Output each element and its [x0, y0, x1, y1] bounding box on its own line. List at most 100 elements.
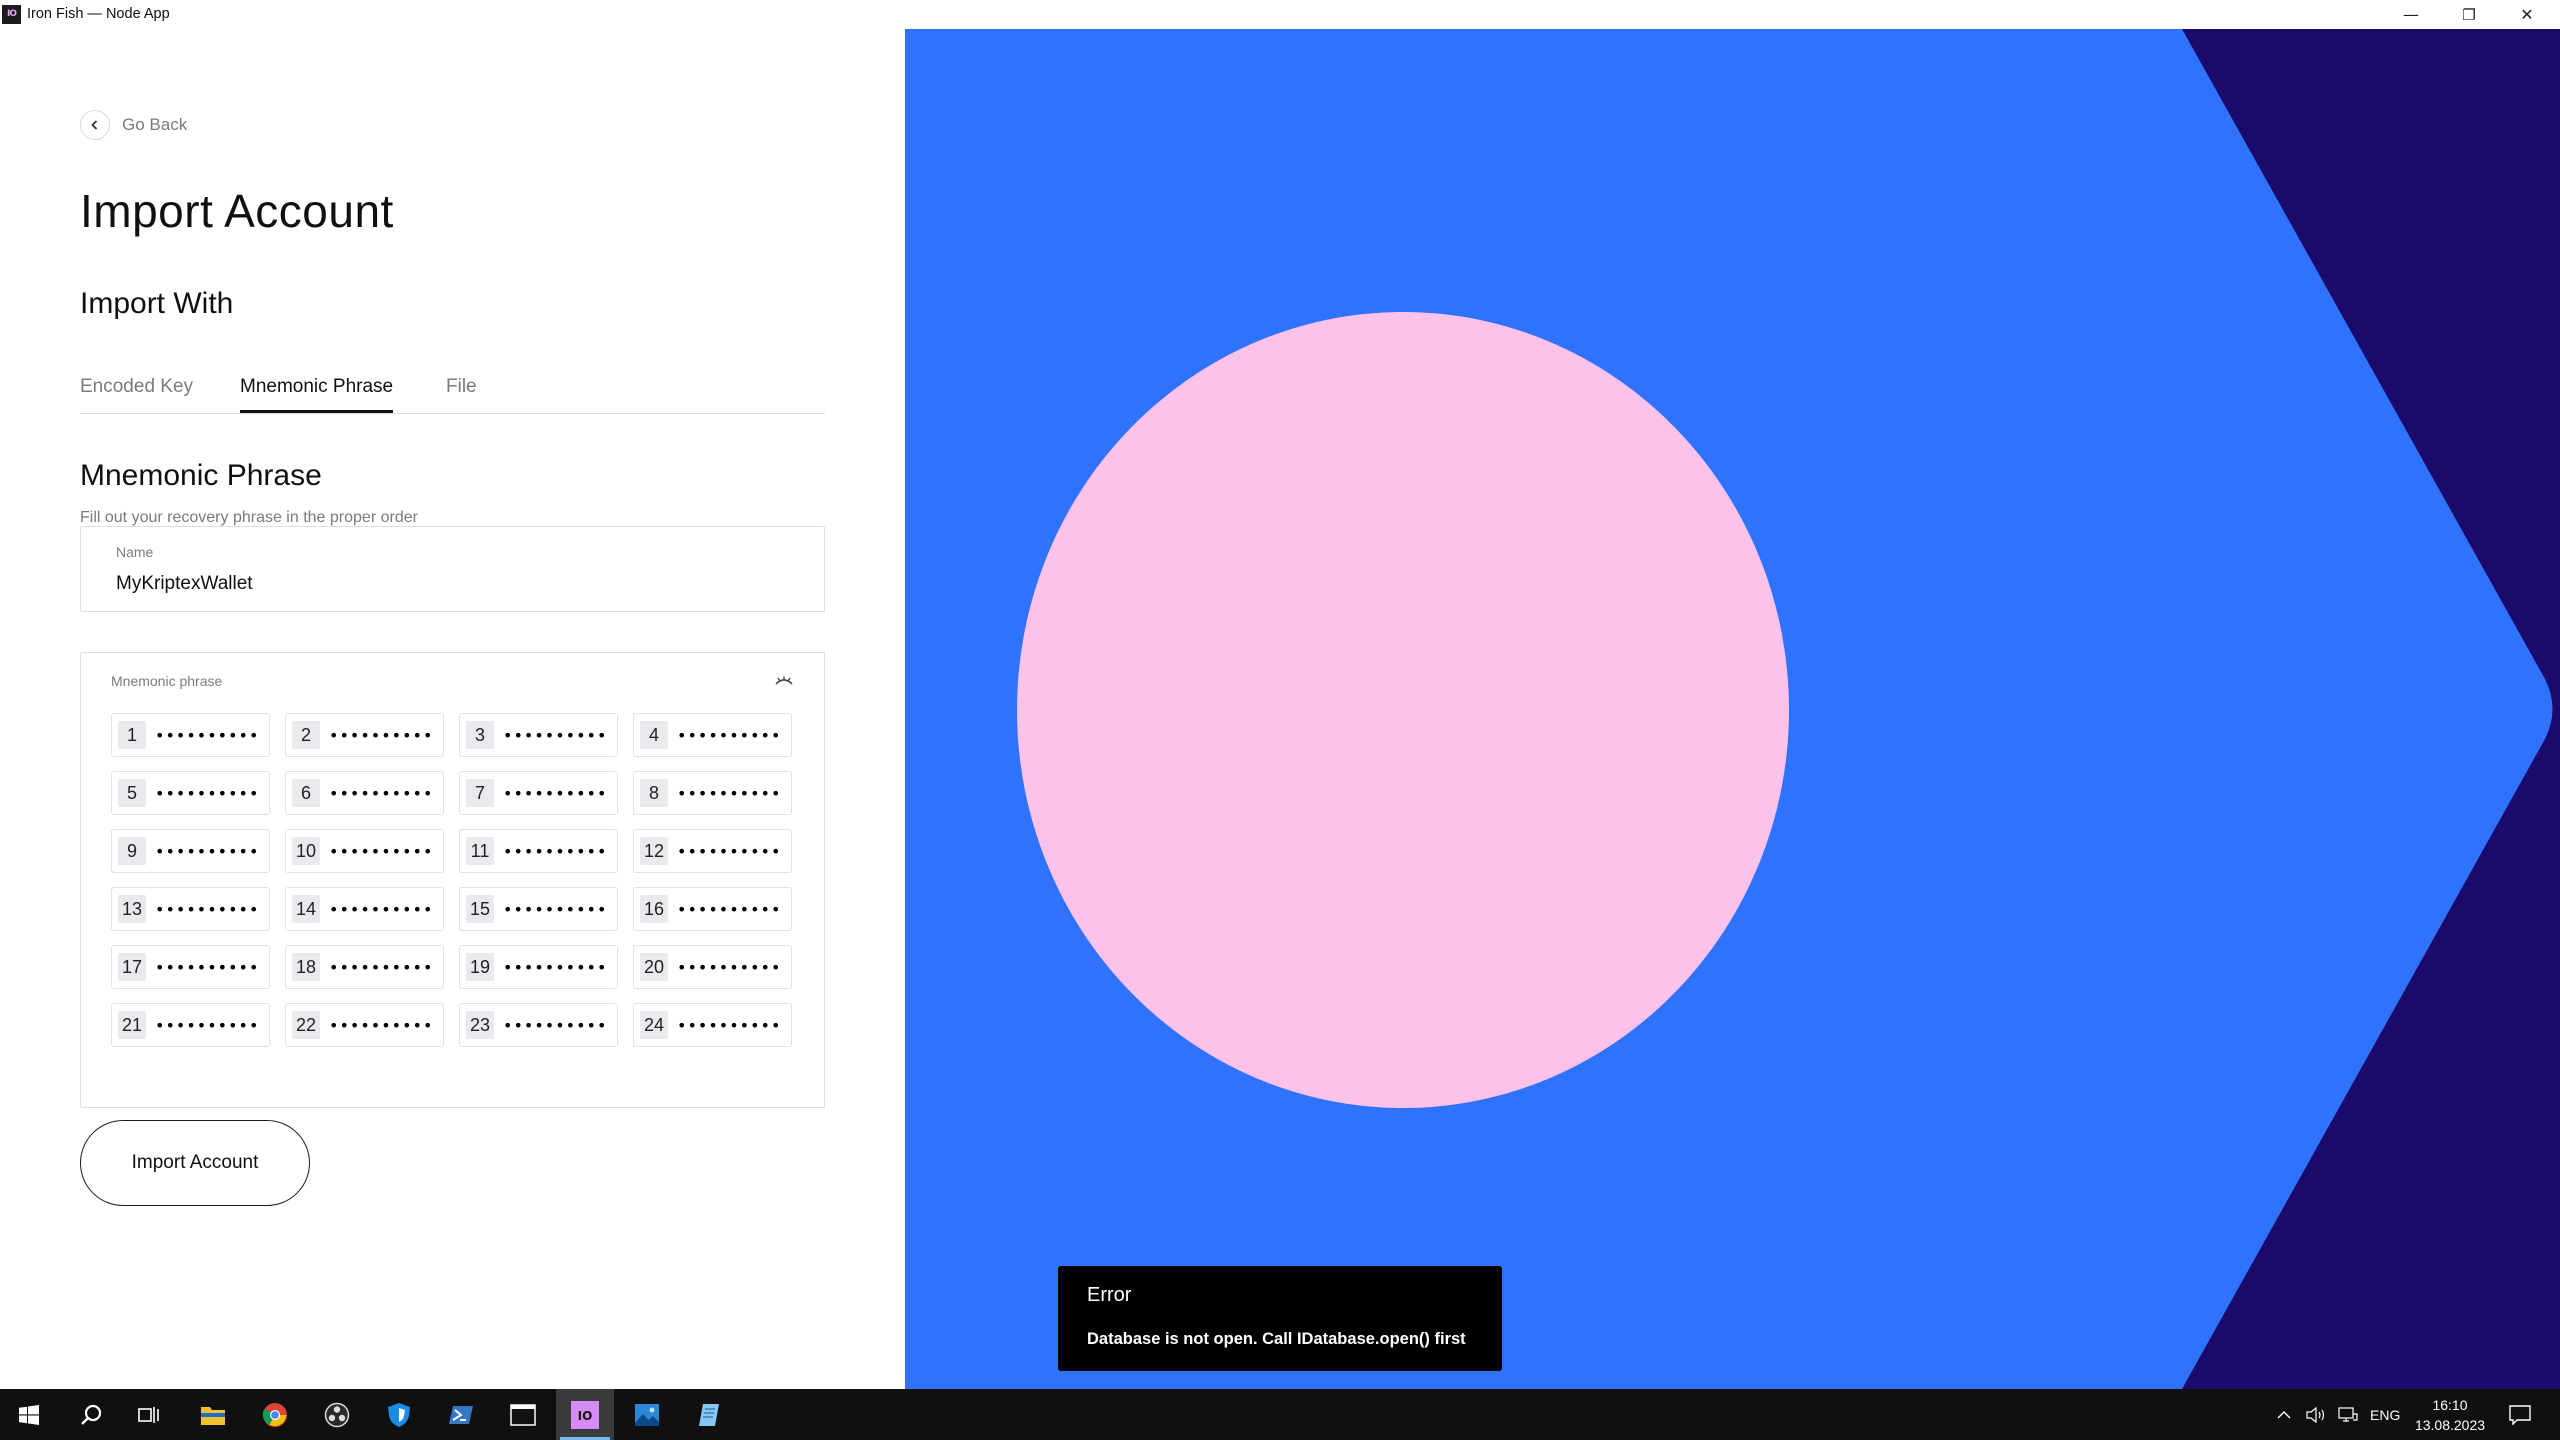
go-back-link[interactable]: Go Back: [80, 110, 187, 140]
terminal-icon[interactable]: [494, 1389, 552, 1440]
import-account-button[interactable]: Import Account: [80, 1120, 310, 1206]
mnemonic-word-masked: ••••••••••: [677, 957, 782, 977]
name-field[interactable]: Name MyKriptexWallet: [80, 526, 825, 612]
ironfish-app-icon: IO: [2, 5, 21, 24]
mnemonic-word-masked: ••••••••••: [155, 725, 260, 745]
clock-date: 13.08.2023: [2414, 1417, 2486, 1433]
mnemonic-word-number: 24: [640, 1011, 668, 1039]
mnemonic-word-number: 20: [640, 953, 668, 981]
mnemonic-word-field[interactable]: 9 ••••••••••: [111, 829, 270, 873]
mnemonic-word-field[interactable]: 13 ••••••••••: [111, 887, 270, 931]
tab-file[interactable]: File: [446, 376, 477, 410]
mnemonic-word-grid: 1 •••••••••• 2 •••••••••• 3 •••••••••• 4 ••••••…: [111, 713, 795, 1047]
mnemonic-word-masked: ••••••••••: [503, 725, 608, 745]
mnemonic-word-number: 1: [118, 721, 146, 749]
mnemonic-word-number: 16: [640, 895, 668, 923]
mnemonic-word-masked: ••••••••••: [503, 1015, 608, 1035]
mnemonic-word-number: 11: [466, 837, 494, 865]
name-field-label: Name: [116, 544, 154, 560]
import-account-pane: Go Back Import Account Import With Encod…: [0, 29, 905, 1389]
mnemonic-word-masked: ••••••••••: [155, 783, 260, 803]
svg-text:IO: IO: [578, 1409, 593, 1423]
mnemonic-label: Mnemonic phrase: [111, 673, 223, 689]
mnemonic-word-field[interactable]: 4 ••••••••••: [633, 713, 792, 757]
mnemonic-word-field[interactable]: 3 ••••••••••: [459, 713, 618, 757]
mnemonic-word-masked: ••••••••••: [677, 1015, 782, 1035]
mnemonic-word-masked: ••••••••••: [155, 1015, 260, 1035]
name-field-value[interactable]: MyKriptexWallet: [116, 573, 253, 595]
mnemonic-word-number: 3: [466, 721, 494, 749]
go-back-label: Go Back: [122, 115, 188, 134]
mnemonic-word-field[interactable]: 19 ••••••••••: [459, 945, 618, 989]
mnemonic-word-field[interactable]: 21 ••••••••••: [111, 1003, 270, 1047]
system-tray: ENG: [2276, 1389, 2400, 1440]
search-icon[interactable]: [62, 1389, 120, 1440]
mnemonic-word-masked: ••••••••••: [155, 899, 260, 919]
mnemonic-word-field[interactable]: 8 ••••••••••: [633, 771, 792, 815]
mnemonic-word-field[interactable]: 2 ••••••••••: [285, 713, 444, 757]
mnemonic-word-field[interactable]: 10 ••••••••••: [285, 829, 444, 873]
volume-icon[interactable]: [2306, 1406, 2326, 1423]
shield-app-icon[interactable]: [370, 1389, 428, 1440]
mnemonic-word-field[interactable]: 20 ••••••••••: [633, 945, 792, 989]
mnemonic-word-masked: ••••••••••: [329, 783, 434, 803]
photos-icon[interactable]: [618, 1389, 676, 1440]
mnemonic-word-field[interactable]: 11 ••••••••••: [459, 829, 618, 873]
mnemonic-word-masked: ••••••••••: [677, 899, 782, 919]
network-icon[interactable]: [2338, 1406, 2358, 1423]
section-title: Mnemonic Phrase: [80, 459, 322, 492]
powershell-icon[interactable]: [432, 1389, 490, 1440]
mnemonic-word-field[interactable]: 16 ••••••••••: [633, 887, 792, 931]
mnemonic-word-number: 4: [640, 721, 668, 749]
mnemonic-word-field[interactable]: 7 ••••••••••: [459, 771, 618, 815]
clock[interactable]: 16:10 13.08.2023: [2410, 1395, 2490, 1435]
toast-message: Database is not open. Call IDatabase.ope…: [1087, 1330, 1466, 1348]
notifications-icon[interactable]: [2490, 1389, 2550, 1440]
mnemonic-word-field[interactable]: 12 ••••••••••: [633, 829, 792, 873]
mnemonic-word-masked: ••••••••••: [155, 841, 260, 861]
start-icon[interactable]: [0, 1389, 58, 1440]
window-title: Iron Fish — Node App: [27, 6, 170, 22]
restore-button[interactable]: ❐: [2440, 0, 2498, 29]
import-method-tabs: Encoded Key Mnemonic Phrase File: [80, 369, 825, 414]
mnemonic-word-number: 12: [640, 837, 668, 865]
mnemonic-word-field[interactable]: 14 ••••••••••: [285, 887, 444, 931]
mnemonic-word-number: 9: [118, 837, 146, 865]
chrome-icon[interactable]: [246, 1389, 304, 1440]
page-title: Import Account: [80, 185, 394, 237]
tab-encoded-key[interactable]: Encoded Key: [80, 376, 193, 410]
mnemonic-word-field[interactable]: 6 ••••••••••: [285, 771, 444, 815]
close-button[interactable]: ✕: [2498, 0, 2556, 29]
mnemonic-word-number: 8: [640, 779, 668, 807]
mnemonic-phrase-box: Mnemonic phrase 1 •••••••••• 2 •••••••••• 3 •…: [80, 652, 825, 1108]
tab-mnemonic-phrase[interactable]: Mnemonic Phrase: [240, 376, 394, 413]
eye-closed-icon[interactable]: [774, 673, 794, 689]
mnemonic-word-field[interactable]: 1 ••••••••••: [111, 713, 270, 757]
mnemonic-word-number: 22: [292, 1011, 320, 1039]
ironfish-taskbar-icon[interactable]: IO: [556, 1389, 614, 1440]
decorative-artwork: [905, 29, 2560, 1389]
mnemonic-word-field[interactable]: 15 ••••••••••: [459, 887, 618, 931]
notepad-icon[interactable]: [680, 1389, 738, 1440]
art-pink-circle: [1017, 312, 1789, 1108]
file-explorer-icon[interactable]: [184, 1389, 242, 1440]
mnemonic-word-field[interactable]: 24 ••••••••••: [633, 1003, 792, 1047]
language-indicator[interactable]: ENG: [2370, 1407, 2400, 1423]
chevron-up-icon[interactable]: [2276, 1407, 2292, 1423]
minimize-button[interactable]: —: [2382, 0, 2440, 29]
mnemonic-word-field[interactable]: 17 ••••••••••: [111, 945, 270, 989]
mnemonic-word-number: 19: [466, 953, 494, 981]
mnemonic-word-field[interactable]: 23 ••••••••••: [459, 1003, 618, 1047]
mnemonic-word-masked: ••••••••••: [503, 841, 608, 861]
obs-icon[interactable]: [308, 1389, 366, 1440]
mnemonic-word-number: 6: [292, 779, 320, 807]
task-view-icon[interactable]: [120, 1389, 178, 1440]
mnemonic-word-field[interactable]: 5 ••••••••••: [111, 771, 270, 815]
mnemonic-word-number: 23: [466, 1011, 494, 1039]
error-toast: Error Database is not open. Call IDataba…: [1058, 1266, 1502, 1371]
mnemonic-word-masked: ••••••••••: [155, 957, 260, 977]
import-with-heading: Import With: [80, 287, 234, 320]
mnemonic-word-number: 7: [466, 779, 494, 807]
mnemonic-word-field[interactable]: 18 ••••••••••: [285, 945, 444, 989]
mnemonic-word-field[interactable]: 22 ••••••••••: [285, 1003, 444, 1047]
